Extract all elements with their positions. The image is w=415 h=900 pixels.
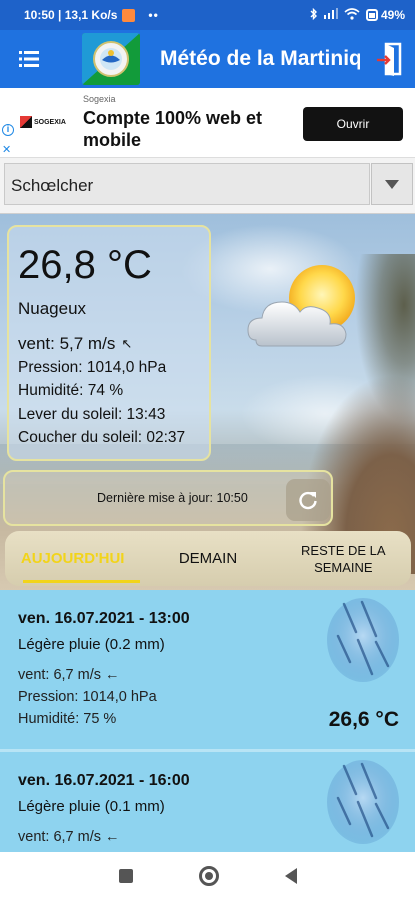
ad-open-button[interactable]: Ouvrir — [303, 107, 403, 141]
bluetooth-icon — [310, 7, 318, 23]
sunset-time: Coucher du soleil: 02:37 — [18, 429, 186, 446]
back-icon[interactable] — [284, 868, 297, 884]
forecast-item[interactable]: ven. 16.07.2021 - 16:00 Légère pluie (0.… — [0, 752, 415, 852]
home-icon[interactable] — [198, 866, 219, 886]
current-weather-card: 26,8 °C Nuageux vent: 5,7 m/s ↖ Pression… — [7, 225, 211, 461]
wind-direction-icon: ↖ — [121, 336, 133, 351]
current-pressure: Pression: 1014,0 hPa — [18, 358, 167, 376]
current-humidity: Humidité: 74 % — [18, 382, 124, 399]
ad-info-icon[interactable]: i — [2, 124, 14, 136]
system-nav-bar — [0, 852, 415, 900]
ad-headline[interactable]: Compte 100% web et mobile — [83, 107, 293, 151]
battery-level: 49% — [380, 8, 405, 22]
forecast-item[interactable]: ven. 16.07.2021 - 13:00 Légère pluie (0.… — [0, 590, 415, 752]
menu-icon[interactable] — [0, 30, 58, 88]
battery-icon: 49% — [365, 8, 405, 22]
forecast-temperature: 26,6 °C — [328, 708, 399, 731]
forecast-wind: vent: 6,7 m/s — [18, 667, 102, 683]
notification-icon — [122, 8, 136, 22]
wind-direction-icon: ← — [105, 829, 120, 845]
last-update-text: Dernière mise à jour: 10:50 — [97, 491, 248, 505]
recent-apps-icon[interactable] — [118, 869, 133, 883]
exit-icon[interactable] — [363, 30, 415, 88]
partly-cloudy-icon — [242, 262, 372, 362]
ad-logo: SOGEXIA — [20, 114, 76, 130]
current-wind: vent: 5,7 m/s — [18, 334, 116, 353]
current-condition: Nuageux — [18, 299, 87, 318]
ad-brand: Sogexia — [83, 94, 116, 104]
city-selector: Schœlcher — [0, 158, 415, 214]
app-bar: Météo de la Martinique — [0, 30, 415, 88]
status-dots: •• — [148, 8, 159, 22]
app-title: Météo de la Martinique — [160, 47, 360, 70]
current-temperature: 26,8 °C — [18, 243, 152, 287]
forecast-pressure: Pression: 1014,0 hPa — [18, 689, 157, 705]
rain-icon — [327, 760, 399, 844]
last-update-bar: Dernière mise à jour: 10:50 — [3, 470, 333, 526]
wind-direction-icon: ← — [105, 667, 120, 683]
city-dropdown[interactable]: Schœlcher — [4, 163, 370, 205]
forecast-tabs: AUJOURD'HUI DEMAIN RESTE DE LA SEMAINE — [5, 531, 411, 586]
forecast-wind: vent: 6,7 m/s — [18, 829, 102, 845]
status-bar: 10:50 | 13,1 Ko/s •• 49% — [0, 0, 415, 30]
tab-tomorrow[interactable]: DEMAIN — [140, 531, 275, 586]
rain-icon — [327, 598, 399, 682]
dropdown-arrow-icon[interactable] — [371, 163, 413, 205]
ad-banner[interactable]: i ✕ SOGEXIA Sogexia Compte 100% web et m… — [0, 88, 415, 158]
tab-rest-of-week[interactable]: RESTE DE LA SEMAINE — [276, 531, 411, 586]
refresh-button[interactable] — [286, 479, 330, 521]
wifi-icon — [344, 7, 360, 23]
forecast-list[interactable]: ven. 16.07.2021 - 13:00 Légère pluie (0.… — [0, 590, 415, 852]
tab-today[interactable]: AUJOURD'HUI — [5, 531, 141, 586]
status-time: 10:50 | 13,1 Ko/s — [24, 8, 118, 22]
refresh-icon — [299, 491, 317, 510]
ad-close-icon[interactable]: ✕ — [2, 143, 11, 156]
sunrise-time: Lever du soleil: 13:43 — [18, 405, 166, 423]
app-logo — [82, 33, 140, 85]
signal-icon — [323, 8, 338, 22]
